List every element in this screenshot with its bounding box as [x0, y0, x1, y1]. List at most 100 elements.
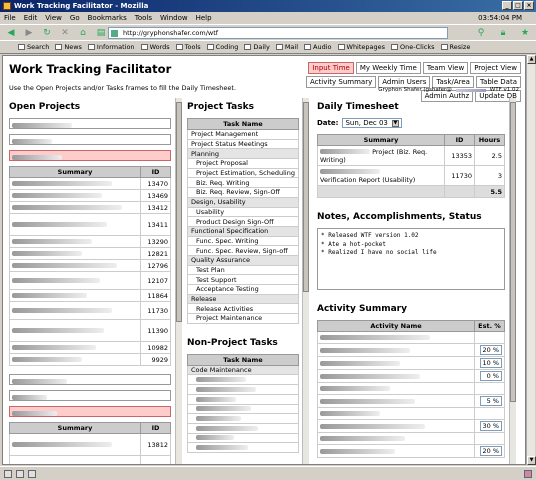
table-row[interactable] — [9, 455, 171, 464]
table-row[interactable]: 12107 — [9, 271, 171, 290]
task-row[interactable]: Usability — [187, 206, 299, 218]
project-filter-row[interactable] — [9, 118, 171, 129]
project-filter-row[interactable] — [9, 390, 171, 401]
lock-icon[interactable]: 🔒︎ — [496, 27, 510, 39]
scroll-up-icon[interactable]: ▲ — [527, 55, 536, 64]
bookmark-search[interactable]: Search — [18, 43, 49, 51]
date-dropdown[interactable]: Sun, Dec 03 ▼ — [342, 118, 402, 128]
bookmark-tools[interactable]: Tools — [175, 43, 201, 51]
bookmark-news[interactable]: News — [55, 43, 82, 51]
table-row[interactable]: 13411 — [9, 213, 171, 236]
maximize-button[interactable]: □ — [513, 1, 523, 10]
menu-view[interactable]: View — [45, 14, 62, 22]
entry-hours[interactable]: 2.5 — [474, 145, 505, 166]
task-row[interactable]: Project Management — [187, 129, 299, 140]
menu-tools[interactable]: Tools — [135, 14, 152, 22]
bookmark-whitepages[interactable]: Whitepages — [337, 43, 385, 51]
task-row[interactable]: Acceptance Testing — [187, 284, 299, 295]
task-row[interactable]: Functional Specification — [187, 225, 299, 237]
menu-help[interactable]: Help — [196, 14, 212, 22]
table-row[interactable]: 11730 — [9, 301, 171, 320]
table-row[interactable] — [187, 374, 299, 386]
table-row[interactable]: 9929 — [9, 353, 171, 366]
task-row[interactable]: Design, Usability — [187, 196, 299, 208]
pct-input[interactable]: 20 % — [480, 345, 502, 355]
notes-textarea[interactable]: * Released WTF version 1.02 * Ate a hot-… — [317, 228, 505, 290]
menu-window[interactable]: Window — [160, 14, 188, 22]
task-row[interactable]: Biz. Req. Review, Sign-Off — [187, 187, 299, 198]
task-row[interactable]: Func. Spec. Review, Sign-off — [187, 245, 299, 256]
project-filter-row[interactable] — [9, 374, 171, 385]
entry-hours[interactable]: 3 — [474, 165, 505, 186]
task-row[interactable]: Project Proposal — [187, 158, 299, 169]
forward-icon[interactable]: ▶ — [22, 27, 36, 39]
table-row[interactable] — [187, 432, 299, 444]
table-row[interactable] — [187, 384, 299, 395]
bookmark-daily[interactable]: Daily — [244, 43, 270, 51]
task-row[interactable]: Release Activities — [187, 303, 299, 315]
table-row[interactable]: 13469 — [9, 189, 171, 202]
table-row[interactable]: 12821 — [9, 247, 171, 260]
tab-input-time[interactable]: Input Time — [308, 62, 354, 74]
project-filter-row-highlight[interactable] — [9, 150, 171, 161]
menu-go[interactable]: Go — [70, 14, 80, 22]
pct-input[interactable]: 0 % — [480, 371, 502, 381]
timesheet-scrollbar[interactable] — [509, 98, 516, 464]
table-row[interactable]: 13812 — [9, 433, 171, 456]
pct-input[interactable]: 30 % — [480, 421, 502, 431]
task-row[interactable]: Test Plan — [187, 264, 299, 276]
project-filter-row[interactable] — [9, 134, 171, 145]
table-row[interactable]: 13290 — [9, 235, 171, 248]
navigator-icon[interactable] — [4, 469, 12, 478]
url-bar[interactable]: http://gryphonshafer.com/wtf — [108, 27, 448, 39]
table-row[interactable]: 11864 — [9, 289, 171, 302]
page-scrollbar[interactable]: ▲ ▼ — [526, 55, 536, 465]
scroll-thumb[interactable] — [510, 102, 516, 402]
table-row[interactable] — [187, 413, 299, 424]
home-icon[interactable]: ⌂ — [76, 27, 90, 39]
table-row[interactable]: 12796 — [9, 259, 171, 272]
table-row[interactable]: 13412 — [9, 201, 171, 214]
search-icon[interactable]: ⚲ — [474, 27, 488, 39]
tab-team-view[interactable]: Team View — [422, 62, 469, 74]
tab-my-weekly-time[interactable]: My Weekly Time — [355, 62, 421, 74]
tab-project-view[interactable]: Project View — [470, 62, 521, 74]
bookmark-one-clicks[interactable]: One-Clicks — [391, 43, 435, 51]
table-row[interactable] — [187, 403, 299, 415]
task-row[interactable]: Project Status Meetings — [187, 138, 299, 150]
scroll-thumb[interactable] — [176, 102, 182, 322]
timesheet-row[interactable]: Verification Report (Usability) 11730 3 — [317, 165, 505, 186]
task-row[interactable]: Release — [187, 293, 299, 305]
pct-input[interactable]: 10 % — [480, 358, 502, 368]
bookmark-icon[interactable]: ★ — [518, 27, 532, 39]
mail-icon[interactable] — [16, 469, 24, 478]
task-row[interactable]: Func. Spec. Writing — [187, 235, 299, 247]
task-row[interactable]: Quality Assurance — [187, 254, 299, 266]
reload-icon[interactable]: ↻ — [40, 27, 54, 39]
print-icon[interactable]: ▤ — [94, 27, 108, 39]
pct-input[interactable]: 5 % — [480, 396, 502, 406]
task-row[interactable]: Biz. Req. Writing — [187, 177, 299, 189]
minimize-button[interactable]: _ — [502, 1, 512, 10]
table-row[interactable]: 13470 — [9, 177, 171, 190]
bookmark-coding[interactable]: Coding — [206, 43, 238, 51]
task-row[interactable]: Project Estimation, Scheduling — [187, 167, 299, 179]
bookmark-mail[interactable]: Mail — [275, 43, 298, 51]
composer-icon[interactable] — [28, 469, 36, 478]
menu-file[interactable]: File — [4, 14, 16, 22]
table-row[interactable] — [187, 442, 299, 453]
stop-icon[interactable]: ✕ — [58, 27, 72, 39]
task-row[interactable]: Product Design Sign-Off — [187, 216, 299, 227]
bookmark-information[interactable]: Information — [87, 43, 135, 51]
table-row[interactable]: 11390 — [9, 319, 171, 342]
menu-bookmarks[interactable]: Bookmarks — [88, 14, 127, 22]
scroll-down-icon[interactable]: ▼ — [527, 456, 536, 465]
bookmark-audio[interactable]: Audio — [304, 43, 332, 51]
pct-input[interactable]: 20 % — [480, 446, 502, 456]
task-row[interactable]: Planning — [187, 148, 299, 160]
project-filter-row-highlight[interactable] — [9, 406, 171, 417]
table-row[interactable]: 10982 — [9, 341, 171, 354]
close-button[interactable]: × — [524, 1, 534, 10]
menu-edit[interactable]: Edit — [24, 14, 38, 22]
back-icon[interactable]: ◀ — [4, 27, 18, 39]
